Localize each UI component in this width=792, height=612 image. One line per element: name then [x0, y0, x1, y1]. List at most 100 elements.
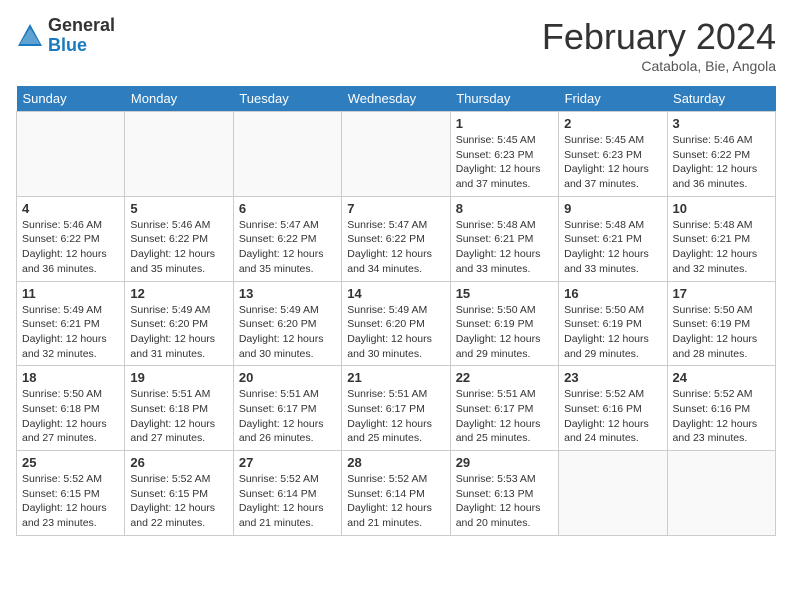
calendar-cell: 4 Sunrise: 5:46 AMSunset: 6:22 PMDaylight…: [17, 196, 125, 281]
calendar-cell: 7 Sunrise: 5:47 AMSunset: 6:22 PMDaylight…: [342, 196, 450, 281]
day-number: 9: [564, 201, 661, 216]
title-block: February 2024 Catabola, Bie, Angola: [542, 16, 776, 74]
day-info: Sunrise: 5:49 AMSunset: 6:21 PMDaylight:…: [22, 303, 119, 362]
day-info: Sunrise: 5:52 AMSunset: 6:16 PMDaylight:…: [564, 387, 661, 446]
calendar-cell: 2 Sunrise: 5:45 AMSunset: 6:23 PMDaylight…: [559, 112, 667, 197]
calendar-cell: 3 Sunrise: 5:46 AMSunset: 6:22 PMDaylight…: [667, 112, 775, 197]
calendar-cell: 14 Sunrise: 5:49 AMSunset: 6:20 PMDayligh…: [342, 281, 450, 366]
day-info: Sunrise: 5:51 AMSunset: 6:17 PMDaylight:…: [239, 387, 336, 446]
day-info: Sunrise: 5:46 AMSunset: 6:22 PMDaylight:…: [130, 218, 227, 277]
calendar-cell: 5Sunrise: 5:46 AMSunset: 6:22 PMDaylight…: [125, 196, 233, 281]
calendar-cell: 29 Sunrise: 5:53 AMSunset: 6:13 PMDayligh…: [450, 451, 558, 536]
day-number: 12: [130, 286, 227, 301]
day-number: 3: [673, 116, 770, 131]
calendar-cell: 19Sunrise: 5:51 AMSunset: 6:18 PMDayligh…: [125, 366, 233, 451]
day-number: 7: [347, 201, 444, 216]
day-info: Sunrise: 5:49 AMSunset: 6:20 PMDaylight:…: [239, 303, 336, 362]
calendar-cell: 12Sunrise: 5:49 AMSunset: 6:20 PMDayligh…: [125, 281, 233, 366]
calendar-cell: 10 Sunrise: 5:48 AMSunset: 6:21 PMDayligh…: [667, 196, 775, 281]
logo-general: General: [48, 16, 115, 36]
calendar-cell: 16 Sunrise: 5:50 AMSunset: 6:19 PMDayligh…: [559, 281, 667, 366]
calendar-cell: 20 Sunrise: 5:51 AMSunset: 6:17 PMDayligh…: [233, 366, 341, 451]
day-info: Sunrise: 5:51 AMSunset: 6:18 PMDaylight:…: [130, 387, 227, 446]
calendar-cell: 15 Sunrise: 5:50 AMSunset: 6:19 PMDayligh…: [450, 281, 558, 366]
calendar-cell: 13 Sunrise: 5:49 AMSunset: 6:20 PMDayligh…: [233, 281, 341, 366]
day-info: Sunrise: 5:48 AMSunset: 6:21 PMDaylight:…: [673, 218, 770, 277]
day-number: 2: [564, 116, 661, 131]
calendar-cell: 9 Sunrise: 5:48 AMSunset: 6:21 PMDaylight…: [559, 196, 667, 281]
day-number: 23: [564, 370, 661, 385]
day-info: Sunrise: 5:45 AMSunset: 6:23 PMDaylight:…: [456, 133, 553, 192]
day-info: Sunrise: 5:50 AMSunset: 6:18 PMDaylight:…: [22, 387, 119, 446]
day-number: 29: [456, 455, 553, 470]
logo: General Blue: [16, 16, 115, 56]
header-wednesday: Wednesday: [342, 86, 450, 112]
calendar-week-3: 11Sunrise: 5:49 AMSunset: 6:21 PMDayligh…: [17, 281, 776, 366]
day-number: 25: [22, 455, 119, 470]
calendar-cell: 22Sunrise: 5:51 AMSunset: 6:17 PMDayligh…: [450, 366, 558, 451]
day-info: Sunrise: 5:52 AMSunset: 6:14 PMDaylight:…: [347, 472, 444, 531]
day-info: Sunrise: 5:51 AMSunset: 6:17 PMDaylight:…: [347, 387, 444, 446]
calendar-cell: 17Sunrise: 5:50 AMSunset: 6:19 PMDayligh…: [667, 281, 775, 366]
day-number: 16: [564, 286, 661, 301]
calendar-cell: 28 Sunrise: 5:52 AMSunset: 6:14 PMDayligh…: [342, 451, 450, 536]
day-number: 4: [22, 201, 119, 216]
day-number: 8: [456, 201, 553, 216]
day-info: Sunrise: 5:52 AMSunset: 6:14 PMDaylight:…: [239, 472, 336, 531]
header-thursday: Thursday: [450, 86, 558, 112]
day-info: Sunrise: 5:52 AMSunset: 6:15 PMDaylight:…: [130, 472, 227, 531]
calendar-cell: 25 Sunrise: 5:52 AMSunset: 6:15 PMDayligh…: [17, 451, 125, 536]
day-info: Sunrise: 5:52 AMSunset: 6:16 PMDaylight:…: [673, 387, 770, 446]
day-number: 13: [239, 286, 336, 301]
header-saturday: Saturday: [667, 86, 775, 112]
calendar-cell: 11Sunrise: 5:49 AMSunset: 6:21 PMDayligh…: [17, 281, 125, 366]
day-number: 26: [130, 455, 227, 470]
logo-blue: Blue: [48, 36, 115, 56]
calendar-cell: 27 Sunrise: 5:52 AMSunset: 6:14 PMDayligh…: [233, 451, 341, 536]
calendar-header-row: SundayMondayTuesdayWednesdayThursdayFrid…: [17, 86, 776, 112]
calendar-cell: [125, 112, 233, 197]
header-friday: Friday: [559, 86, 667, 112]
day-number: 17: [673, 286, 770, 301]
day-number: 1: [456, 116, 553, 131]
calendar-cell: [559, 451, 667, 536]
calendar-week-2: 4 Sunrise: 5:46 AMSunset: 6:22 PMDaylight…: [17, 196, 776, 281]
logo-icon: [16, 22, 44, 50]
day-info: Sunrise: 5:52 AMSunset: 6:15 PMDaylight:…: [22, 472, 119, 531]
day-number: 22: [456, 370, 553, 385]
logo-text: General Blue: [48, 16, 115, 56]
calendar-table: SundayMondayTuesdayWednesdayThursdayFrid…: [16, 86, 776, 536]
calendar-cell: 23 Sunrise: 5:52 AMSunset: 6:16 PMDayligh…: [559, 366, 667, 451]
day-info: Sunrise: 5:48 AMSunset: 6:21 PMDaylight:…: [456, 218, 553, 277]
calendar-cell: [17, 112, 125, 197]
day-info: Sunrise: 5:47 AMSunset: 6:22 PMDaylight:…: [239, 218, 336, 277]
day-info: Sunrise: 5:49 AMSunset: 6:20 PMDaylight:…: [347, 303, 444, 362]
day-number: 15: [456, 286, 553, 301]
day-number: 27: [239, 455, 336, 470]
day-number: 10: [673, 201, 770, 216]
header-monday: Monday: [125, 86, 233, 112]
calendar-cell: 6Sunrise: 5:47 AMSunset: 6:22 PMDaylight…: [233, 196, 341, 281]
month-title: February 2024: [542, 16, 776, 58]
page-header: General Blue February 2024 Catabola, Bie…: [16, 16, 776, 74]
calendar-week-4: 18Sunrise: 5:50 AMSunset: 6:18 PMDayligh…: [17, 366, 776, 451]
day-info: Sunrise: 5:48 AMSunset: 6:21 PMDaylight:…: [564, 218, 661, 277]
calendar-cell: [342, 112, 450, 197]
calendar-cell: 8 Sunrise: 5:48 AMSunset: 6:21 PMDaylight…: [450, 196, 558, 281]
calendar-week-1: 1 Sunrise: 5:45 AMSunset: 6:23 PMDaylight…: [17, 112, 776, 197]
calendar-cell: [233, 112, 341, 197]
day-number: 20: [239, 370, 336, 385]
day-info: Sunrise: 5:53 AMSunset: 6:13 PMDaylight:…: [456, 472, 553, 531]
day-info: Sunrise: 5:46 AMSunset: 6:22 PMDaylight:…: [673, 133, 770, 192]
day-info: Sunrise: 5:50 AMSunset: 6:19 PMDaylight:…: [456, 303, 553, 362]
day-info: Sunrise: 5:45 AMSunset: 6:23 PMDaylight:…: [564, 133, 661, 192]
calendar-cell: [667, 451, 775, 536]
day-info: Sunrise: 5:47 AMSunset: 6:22 PMDaylight:…: [347, 218, 444, 277]
day-info: Sunrise: 5:46 AMSunset: 6:22 PMDaylight:…: [22, 218, 119, 277]
day-number: 28: [347, 455, 444, 470]
calendar-cell: 18Sunrise: 5:50 AMSunset: 6:18 PMDayligh…: [17, 366, 125, 451]
day-info: Sunrise: 5:50 AMSunset: 6:19 PMDaylight:…: [564, 303, 661, 362]
header-sunday: Sunday: [17, 86, 125, 112]
day-number: 14: [347, 286, 444, 301]
calendar-cell: 24Sunrise: 5:52 AMSunset: 6:16 PMDayligh…: [667, 366, 775, 451]
